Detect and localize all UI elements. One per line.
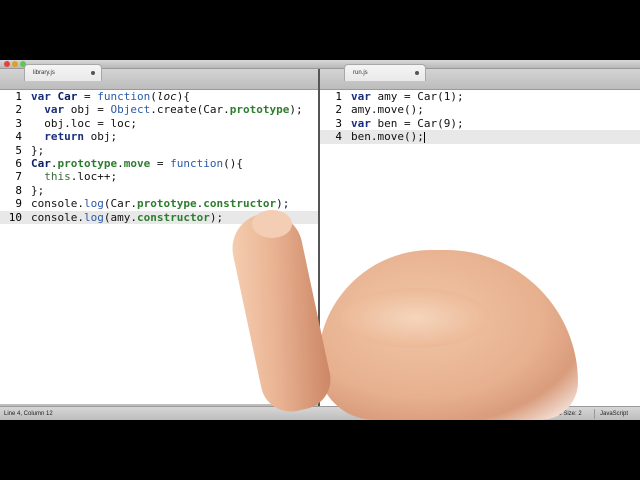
code-line[interactable]: 3 obj.loc = loc; [0, 117, 318, 130]
code-text: console.log(amy.constructor); [31, 210, 224, 224]
code-line[interactable]: 8 }; [0, 184, 318, 197]
line-number: 3 [335, 116, 342, 130]
code-text: var Car = function(loc){ [31, 90, 190, 103]
line-number: 3 [15, 116, 22, 130]
line-number: 1 [335, 90, 342, 103]
code-line[interactable]: 3 var ben = Car(9); [320, 117, 640, 130]
tab-close-icon[interactable] [91, 71, 95, 75]
editor-pane-right[interactable]: 1 var amy = Car(1); 2 amy.move(); 3 var … [320, 90, 640, 406]
minimize-window-icon[interactable] [12, 61, 18, 67]
line-number: 9 [15, 197, 22, 211]
code-line[interactable]: 1 var Car = function(loc){ [0, 90, 318, 103]
tab-close-icon[interactable] [415, 71, 419, 75]
code-line[interactable]: 9 console.log(Car.prototype.constructor)… [0, 197, 318, 210]
code-line[interactable]: 6 Car.prototype.move = function(){ [0, 157, 318, 170]
status-bar: Line 4, Column 12 Tab Size: 2 JavaScript [0, 406, 640, 421]
tab-label: run.js [353, 70, 368, 76]
code-line-active[interactable]: 10 console.log(amy.constructor); [0, 210, 318, 224]
line-number: 1 [15, 90, 22, 103]
editor-pane-left[interactable]: 1 var Car = function(loc){ 2 var obj = O… [0, 90, 318, 406]
window-title [300, 60, 340, 68]
code-line-active[interactable]: 4 ben.move(); [320, 130, 640, 144]
code-line[interactable]: 1 var amy = Car(1); [320, 90, 640, 103]
code-text: var amy = Car(1); [351, 90, 464, 103]
code-text: console.log(Car.prototype.constructor); [31, 197, 290, 211]
code-line[interactable]: 2 var obj = Object.create(Car.prototype)… [0, 103, 318, 116]
code-text: amy.move(); [351, 103, 424, 117]
code-text: return obj; [31, 130, 118, 144]
tab-size-selector[interactable]: Tab Size: 2 [552, 407, 582, 421]
tab-run-js[interactable]: run.js [344, 64, 426, 81]
code-line[interactable]: 4 return obj; [0, 130, 318, 143]
code-text: obj.loc = loc; [31, 116, 137, 130]
video-letterbox-bottom [0, 420, 640, 480]
text-cursor [423, 131, 425, 143]
code-text: Car.prototype.move = function(){ [31, 157, 243, 170]
code-line[interactable]: 2 amy.move(); [320, 103, 640, 116]
line-number: 6 [15, 157, 22, 170]
line-number: 2 [15, 103, 22, 117]
code-line[interactable]: 5 }; [0, 144, 318, 157]
close-window-icon[interactable] [4, 61, 10, 67]
status-divider [545, 409, 546, 419]
line-number: 10 [8, 210, 22, 224]
code-line[interactable]: 7 this.loc++; [0, 170, 318, 183]
code-text: var obj = Object.create(Car.prototype); [31, 103, 303, 117]
line-number: 4 [15, 130, 22, 144]
code-text: var ben = Car(9); [351, 116, 464, 130]
code-text: }; [31, 143, 45, 157]
tab-label: library.js [33, 70, 55, 76]
code-text: ben.move(); [351, 130, 425, 144]
code-text: }; [31, 183, 45, 197]
line-number: 7 [15, 170, 22, 184]
status-divider [594, 409, 595, 419]
video-letterbox-top [0, 0, 640, 60]
editor-window: library.js run.js 1 var Car = function(l… [0, 60, 640, 421]
line-number: 8 [15, 183, 22, 197]
tab-library-js[interactable]: library.js [24, 64, 102, 81]
line-number: 4 [335, 130, 342, 144]
code-text: this.loc++; [44, 170, 118, 184]
syntax-selector[interactable]: JavaScript [600, 407, 628, 421]
cursor-position: Line 4, Column 12 [4, 411, 53, 417]
line-number: 2 [335, 103, 342, 117]
line-number: 5 [15, 143, 22, 157]
